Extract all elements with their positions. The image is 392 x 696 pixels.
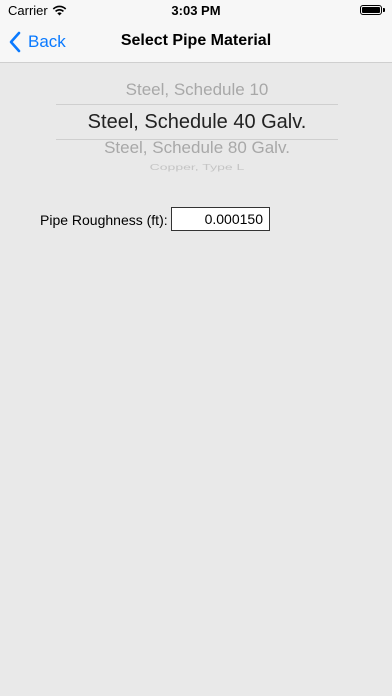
pipe-roughness-label: Pipe Roughness (ft): [40,212,168,228]
battery-icon [360,5,385,15]
navigation-bar: Back Select Pipe Material [0,22,392,63]
picker-item[interactable]: Copper, Type L [56,162,338,172]
picker-item[interactable]: Steel, Schedule 10 [56,80,338,100]
status-bar: Carrier 3:03 PM [0,0,392,22]
pipe-material-picker[interactable]: Steel, Schedule 10 Steel, Schedule 40 Ga… [56,74,338,180]
picker-item-selected[interactable]: Steel, Schedule 40 Galv. [56,104,338,140]
pipe-roughness-field[interactable] [171,207,270,231]
picker-item[interactable]: Steel, Schedule 80 Galv. [56,138,338,158]
status-time: 3:03 PM [171,3,221,18]
page-title: Select Pipe Material [120,32,272,49]
